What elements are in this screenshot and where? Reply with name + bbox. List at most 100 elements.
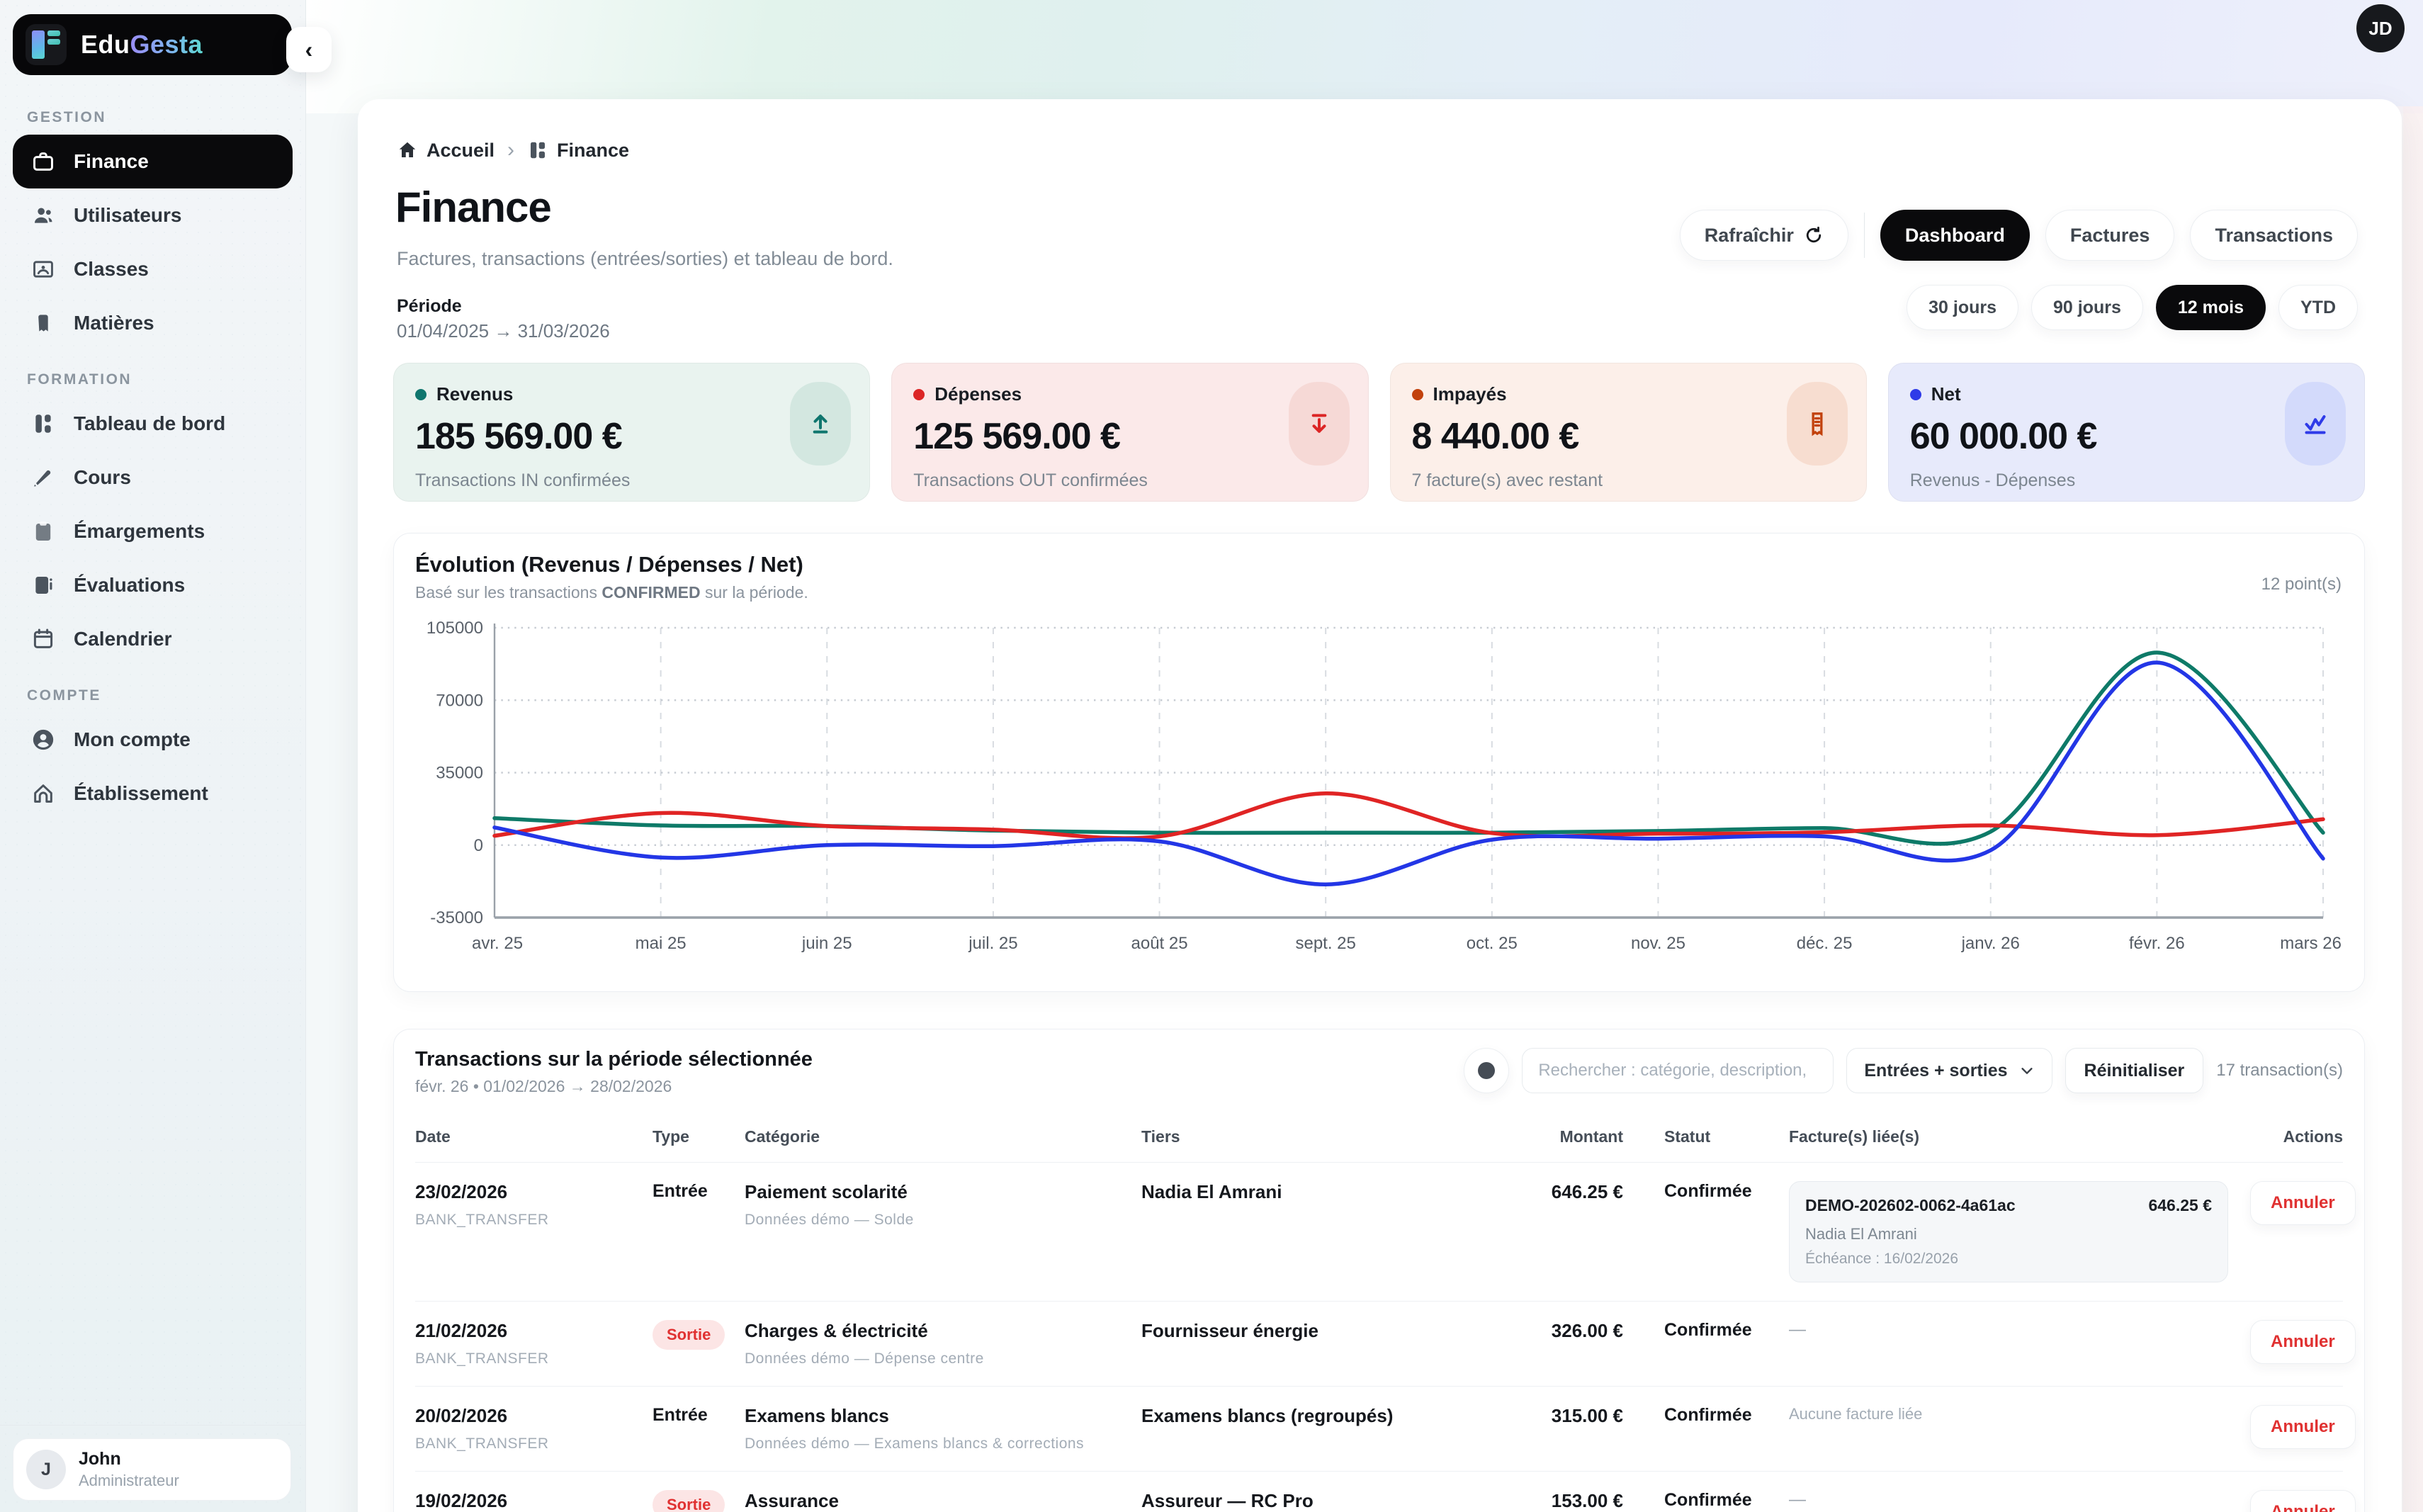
grid-icon — [527, 140, 548, 161]
cancel-transaction-button[interactable]: Annuler — [2250, 1320, 2356, 1364]
sidebar-item-cours[interactable]: Cours — [13, 451, 293, 504]
cancel-transaction-button[interactable]: Annuler — [2250, 1405, 2356, 1449]
stat-value: 185 569.00 € — [415, 415, 848, 458]
sidebar-item-mon-compte[interactable]: Mon compte — [13, 713, 293, 767]
tab-dashboard[interactable]: Dashboard — [1880, 210, 2030, 261]
profile-avatar[interactable]: JD — [2356, 4, 2405, 52]
user-name: John — [79, 1449, 179, 1469]
column-header-statut: Statut — [1623, 1127, 1779, 1146]
stat-caption: Transactions IN confirmées — [415, 470, 848, 491]
filter-indicator-button[interactable] — [1464, 1048, 1509, 1093]
svg-text:juil. 25: juil. 25 — [968, 934, 1017, 953]
transactions-count: 17 transaction(s) — [2216, 1061, 2343, 1081]
stat-cards: Revenus 185 569.00 € Transactions IN confi… — [393, 363, 2365, 502]
sidebar-item-mati-res[interactable]: Matières — [13, 296, 293, 350]
sidebar-item-label: Émargements — [74, 520, 205, 543]
sidebar-user-card[interactable]: J John Administrateur — [13, 1438, 291, 1501]
search-input[interactable] — [1522, 1048, 1834, 1093]
avatar: J — [26, 1450, 66, 1489]
range-30j[interactable]: 30 jours — [1907, 285, 2018, 330]
cell-date: 21/02/2026BANK_TRANSFER — [415, 1320, 653, 1367]
book-icon — [31, 311, 55, 335]
table-row: 21/02/2026BANK_TRANSFERSortie Charges & é… — [415, 1302, 2343, 1387]
page: EduGesta GESTION Finance UtilisateursClass… — [0, 0, 2423, 1512]
linked-invoice-chip[interactable]: DEMO-202602-0062-4a61ac646.25 €Nadia El … — [1789, 1181, 2228, 1282]
stat-dot — [1412, 389, 1423, 400]
sidebar-item-label: Tableau de bord — [74, 412, 225, 435]
period-label: Période — [397, 296, 462, 317]
sidebar-item-label: Mon compte — [74, 728, 191, 751]
sidebar-item--tablissement[interactable]: Établissement — [13, 767, 293, 820]
cell-montant: 646.25 € — [1499, 1181, 1623, 1203]
reset-filters-button[interactable]: Réinitialiser — [2065, 1048, 2204, 1093]
chart-title: Évolution (Revenus / Dépenses / Net) — [415, 552, 2343, 577]
page-title: Finance — [395, 183, 551, 232]
dashboard-icon — [31, 412, 55, 436]
sidebar-nav: GESTION Finance UtilisateursClassesMatière… — [13, 99, 293, 842]
svg-text:août 25: août 25 — [1131, 934, 1188, 953]
svg-text:févr. 26: févr. 26 — [2129, 934, 2185, 953]
sidebar-item--margements[interactable]: Émargements — [13, 504, 293, 558]
svg-text:oct. 25: oct. 25 — [1467, 934, 1518, 953]
chevron-down-icon — [2019, 1063, 2035, 1078]
svg-text:35000: 35000 — [436, 764, 483, 783]
refresh-button[interactable]: Rafraîchir — [1680, 210, 1848, 261]
invoice-due-date: Échéance : 16/02/2026 — [1805, 1251, 2212, 1268]
sidebar-item-calendrier[interactable]: Calendrier — [13, 612, 293, 666]
breadcrumb-home[interactable]: Accueil — [397, 140, 495, 162]
cancel-transaction-button[interactable]: Annuler — [2250, 1181, 2356, 1225]
cancel-transaction-button[interactable]: Annuler — [2250, 1490, 2356, 1512]
column-header-tiers: Tiers — [1141, 1127, 1499, 1146]
cell-statut: Confirmée — [1623, 1490, 1779, 1511]
calendar-icon — [31, 627, 55, 651]
stat-card-revenus: Revenus 185 569.00 € Transactions IN confi… — [393, 363, 870, 502]
evolution-chart-panel: Évolution (Revenus / Dépenses / Net) Bas… — [393, 533, 2365, 992]
type-filter-select[interactable]: Entrées + sorties — [1846, 1048, 2052, 1093]
users-icon — [31, 203, 55, 227]
cell-categorie: Charges & électricitéDonnées démo — Dépe… — [745, 1320, 1141, 1367]
cell-type: Sortie — [653, 1320, 745, 1350]
stat-card-impay-s: Impayés8 440.00 €7 facture(s) avec resta… — [1390, 363, 1867, 502]
sidebar-item-label: Finance — [74, 150, 149, 173]
invoice-amount: 646.25 € — [2148, 1196, 2212, 1215]
transactions-subtitle: févr. 26 • 01/02/2026 → 28/02/2026 — [415, 1077, 1464, 1096]
svg-text:nov. 25: nov. 25 — [1631, 934, 1685, 953]
breadcrumb-current[interactable]: Finance — [527, 140, 629, 162]
column-header-montant: Montant — [1499, 1127, 1623, 1146]
receipt-icon — [1787, 382, 1848, 466]
range-90j[interactable]: 90 jours — [2031, 285, 2143, 330]
cell-montant: 315.00 € — [1499, 1405, 1623, 1427]
svg-text:105000: 105000 — [427, 619, 483, 638]
stat-label: Revenus — [436, 383, 513, 405]
svg-text:-35000: -35000 — [430, 908, 483, 927]
grade-book-icon — [31, 573, 55, 597]
range-12mois[interactable]: 12 mois — [2156, 285, 2266, 330]
range-ytd[interactable]: YTD — [2278, 285, 2358, 330]
sidebar-item-tableau-de-bord[interactable]: Tableau de bord — [13, 397, 293, 451]
stat-card-net: Net60 000.00 €Revenus - Dépenses — [1888, 363, 2365, 502]
nav-section-label: GESTION — [27, 109, 293, 126]
header-divider — [1864, 213, 1865, 258]
column-header-facture: Facture(s) liée(s) — [1779, 1127, 2250, 1146]
sidebar-item--valuations[interactable]: Évaluations — [13, 558, 293, 612]
main-content: Accueil › Finance Finance Factures, tran… — [358, 99, 2402, 1512]
stat-card-d-penses: Dépenses125 569.00 €Transactions OUT con… — [891, 363, 1368, 502]
cell-date: 19/02/2026BANK_TRANSFER — [415, 1490, 653, 1512]
sidebar-collapse-button[interactable]: ‹ — [286, 27, 332, 72]
sidebar-item-classes[interactable]: Classes — [13, 242, 293, 296]
transactions-panel: Transactions sur la période sélectionnée… — [393, 1029, 2365, 1512]
user-circle-icon — [31, 728, 55, 752]
tab-factures[interactable]: Factures — [2045, 210, 2175, 261]
tab-transactions[interactable]: Transactions — [2190, 210, 2358, 261]
svg-text:70000: 70000 — [436, 691, 483, 710]
nav-section-label: COMPTE — [27, 687, 293, 704]
type-label-entree: Entrée — [653, 1405, 708, 1425]
type-badge-sortie: Sortie — [653, 1320, 725, 1350]
sidebar-item-finance[interactable]: Finance — [13, 135, 293, 188]
type-label-entree: Entrée — [653, 1181, 708, 1201]
svg-text:sept. 25: sept. 25 — [1295, 934, 1355, 953]
briefcase-icon — [31, 149, 55, 174]
sidebar-item-utilisateurs[interactable]: Utilisateurs — [13, 188, 293, 242]
nav-section-2: COMPTE Mon compte Établissement — [13, 687, 293, 820]
app-logo[interactable]: EduGesta — [13, 14, 292, 75]
